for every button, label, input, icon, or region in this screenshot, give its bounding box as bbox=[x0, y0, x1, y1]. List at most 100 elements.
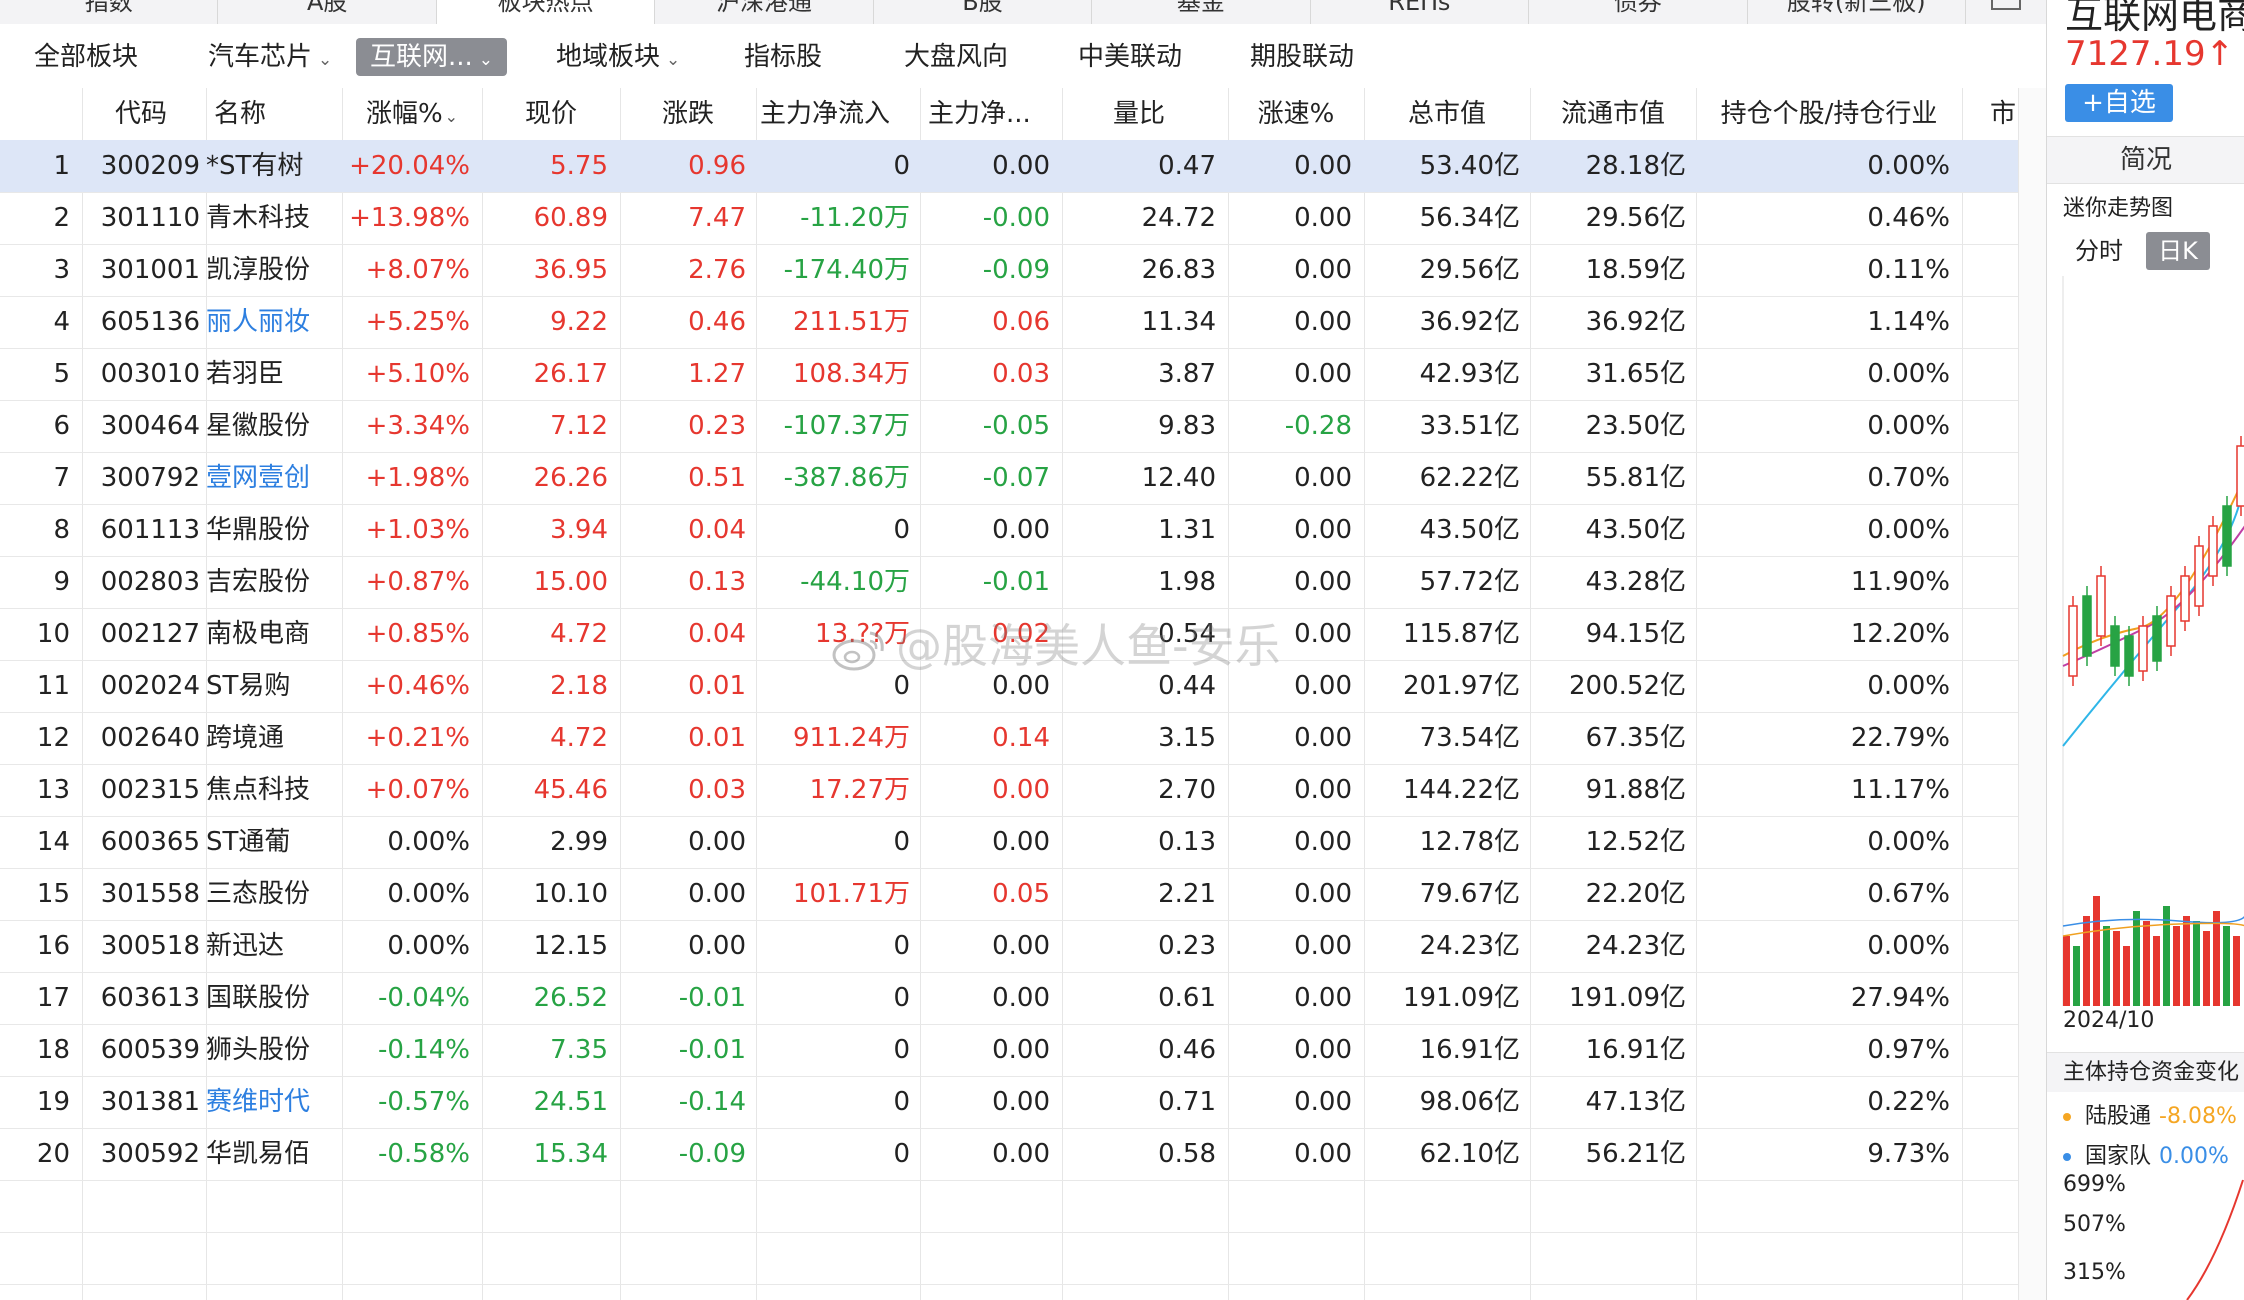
table-row[interactable]: 4 605136 丽人丽妆 +5.25% 9.22 0.46 211.51万 0.06 11.3… bbox=[0, 296, 2046, 348]
cell-name[interactable]: 华鼎股份 bbox=[206, 504, 340, 556]
market-tab-2[interactable]: 板块热点 bbox=[436, 0, 656, 24]
cell-name[interactable]: 南极电商 bbox=[206, 608, 340, 660]
column-header-5[interactable]: 涨跌 bbox=[620, 88, 756, 140]
table-row[interactable]: 1 300209 *ST有树 +20.04% 5.75 0.96 0 0.00 0.47 0.00… bbox=[0, 140, 2046, 192]
table-row[interactable]: 16 300518 新迅达 0.00% 12.15 0.00 0 0.00 0.23 0.00 24… bbox=[0, 920, 2046, 972]
market-tab-8[interactable]: 股转(新三板) bbox=[1748, 0, 1966, 24]
column-header-1[interactable]: 代码 bbox=[82, 88, 200, 140]
column-header-13[interactable]: 市 bbox=[1990, 88, 2020, 140]
table-row[interactable]: 11 002024 ST易购 +0.46% 2.18 0.01 0 0.00 0.44 0.00 2… bbox=[0, 660, 2046, 712]
sector-tab-2[interactable]: 互联网... ⌄ bbox=[356, 38, 508, 76]
cell-name[interactable]: 星徽股份 bbox=[206, 400, 340, 452]
sector-tab-7[interactable]: 期股联动 bbox=[1250, 38, 1354, 76]
column-header-9[interactable]: 涨速% bbox=[1228, 88, 1364, 140]
market-tab-4[interactable]: B股 bbox=[874, 0, 1093, 24]
sector-tab-0[interactable]: 全部板块 bbox=[34, 38, 138, 76]
market-tab-0[interactable]: 指数 bbox=[0, 0, 219, 24]
cell-code: 300592 bbox=[100, 1139, 200, 1169]
table-row[interactable]: 10 002127 南极电商 +0.85% 4.72 0.04 13.??万 0.02 0.54… bbox=[0, 608, 2046, 660]
column-header-10[interactable]: 总市值 bbox=[1364, 88, 1530, 140]
mini-candlestick-chart[interactable] bbox=[2059, 276, 2244, 1036]
column-header-11[interactable]: 流通市值 bbox=[1530, 88, 1696, 140]
cell-diff: 0.13 bbox=[688, 567, 746, 597]
column-header-label: 现价 bbox=[524, 99, 577, 129]
column-header-12[interactable]: 持仓个股/持仓行业 bbox=[1696, 88, 1962, 140]
table-row[interactable]: 6 300464 星徽股份 +3.34% 7.12 0.23 -107.37万 -0.05 9.… bbox=[0, 400, 2046, 452]
table-row[interactable]: 18 600539 狮头股份 -0.14% 7.35 -0.01 0 0.00 0.46 0.00… bbox=[0, 1024, 2046, 1076]
cell-name[interactable]: 华凯易佰 bbox=[206, 1128, 340, 1180]
table-row[interactable]: 19 301381 赛维时代 -0.57% 24.51 -0.14 0 0.00 0.71 0.0… bbox=[0, 1076, 2046, 1128]
cell-idx: 5 bbox=[53, 359, 70, 389]
table-row[interactable]: 3 301001 凯淳股份 +8.07% 36.95 2.76 -174.40万 -0.09 2… bbox=[0, 244, 2046, 296]
sector-tab-5[interactable]: 大盘风向 bbox=[904, 38, 1008, 76]
cell-main-net: 0.05 bbox=[992, 879, 1050, 909]
cell-name[interactable]: ST易购 bbox=[206, 660, 340, 712]
cell-name[interactable]: 狮头股份 bbox=[206, 1024, 340, 1076]
market-tab-1[interactable]: A股 bbox=[218, 0, 437, 24]
market-tab-3[interactable]: 沪深港通 bbox=[655, 0, 874, 24]
cell-diff: -0.01 bbox=[678, 1035, 746, 1065]
tab-intraday[interactable]: 分时 bbox=[2063, 232, 2135, 270]
market-tab-9[interactable] bbox=[1966, 0, 2046, 24]
table-row[interactable]: 13 002315 焦点科技 +0.07% 45.46 0.03 17.27万 0.00 2.7… bbox=[0, 764, 2046, 816]
layout-icon[interactable] bbox=[1990, 0, 2021, 10]
column-header-label: 主力净... bbox=[928, 99, 1031, 129]
table-row[interactable]: 17 603613 国联股份 -0.04% 26.52 -0.01 0 0.00 0.61 0.0… bbox=[0, 972, 2046, 1024]
column-header-8[interactable]: 量比 bbox=[1062, 88, 1216, 140]
chevron-down-icon[interactable]: ⌄ bbox=[318, 50, 332, 70]
cell-main-net: 0.00 bbox=[992, 1139, 1050, 1169]
column-header-4[interactable]: 现价 bbox=[482, 88, 620, 140]
cell-idx: 2 bbox=[53, 203, 70, 233]
column-header-3[interactable]: 涨幅% ⌄ bbox=[342, 88, 482, 140]
sector-tab-4[interactable]: 指标股 bbox=[744, 38, 822, 76]
market-tab-7[interactable]: 债券 bbox=[1529, 0, 1748, 24]
cell-speed: 0.00 bbox=[1294, 1087, 1352, 1117]
cell-main-in: 0 bbox=[893, 983, 910, 1013]
sector-tab-1[interactable]: 汽车芯片 ⌄ bbox=[208, 38, 332, 76]
cell-name[interactable]: *ST有树 bbox=[206, 140, 340, 192]
add-watchlist-button[interactable]: +自选 bbox=[2065, 84, 2173, 122]
cell-name[interactable]: 跨境通 bbox=[206, 712, 340, 764]
table-row[interactable]: 8 601113 华鼎股份 +1.03% 3.94 0.04 0 0.00 1.31 0.00 43… bbox=[0, 504, 2046, 556]
cell-name[interactable]: 壹网壹创 bbox=[206, 452, 340, 504]
sector-tab-3[interactable]: 地域板块 ⌄ bbox=[556, 38, 680, 76]
table-row[interactable]: 7 300792 壹网壹创 +1.98% 26.26 0.51 -387.86万 -0.07 1… bbox=[0, 452, 2046, 504]
sort-desc-icon[interactable]: ⌄ bbox=[445, 107, 458, 126]
chevron-down-icon[interactable]: ⌄ bbox=[479, 50, 493, 70]
cell-code: 301381 bbox=[100, 1087, 200, 1117]
cell-name[interactable]: 丽人丽妆 bbox=[206, 296, 340, 348]
table-row[interactable]: 2 301110 青木科技 +13.98% 60.89 7.47 -11.20万 -0.00 2… bbox=[0, 192, 2046, 244]
cell-name[interactable]: 国联股份 bbox=[206, 972, 340, 1024]
tab-daily-k[interactable]: 日K bbox=[2146, 232, 2210, 270]
cell-name[interactable]: 若羽臣 bbox=[206, 348, 340, 400]
cell-hold: 0.46% bbox=[1867, 203, 1950, 233]
cell-name[interactable]: 新迅达 bbox=[206, 920, 340, 972]
cell-vol-ratio: 0.13 bbox=[1158, 827, 1216, 857]
column-header-6[interactable]: 主力净流入 bbox=[760, 88, 926, 140]
cell-hold: 0.00% bbox=[1867, 827, 1950, 857]
cell-name[interactable]: 吉宏股份 bbox=[206, 556, 340, 608]
market-tab-5[interactable]: 基金 bbox=[1092, 0, 1311, 24]
cell-name[interactable]: 焦点科技 bbox=[206, 764, 340, 816]
column-header-2[interactable]: 名称 bbox=[214, 88, 342, 140]
cell-name[interactable]: 凯淳股份 bbox=[206, 244, 340, 296]
sector-tab-6[interactable]: 中美联动 bbox=[1078, 38, 1182, 76]
column-header-7[interactable]: 主力净... bbox=[928, 88, 1062, 140]
table-row[interactable]: 12 002640 跨境通 +0.21% 4.72 0.01 911.24万 0.14 3.15… bbox=[0, 712, 2046, 764]
table-row[interactable]: 5 003010 若羽臣 +5.10% 26.17 1.27 108.34万 0.03 3.87… bbox=[0, 348, 2046, 400]
cell-name[interactable]: 青木科技 bbox=[206, 192, 340, 244]
table-row[interactable]: 14 600365 ST通葡 0.00% 2.99 0.00 0 0.00 0.13 0.00 12… bbox=[0, 816, 2046, 868]
table-row[interactable]: 9 002803 吉宏股份 +0.87% 15.00 0.13 -44.10万 -0.01 1.… bbox=[0, 556, 2046, 608]
cell-code: 301001 bbox=[100, 255, 200, 285]
brief-section-header[interactable]: 简况 bbox=[2047, 136, 2244, 184]
cell-name[interactable]: 三态股份 bbox=[206, 868, 340, 920]
market-tab-6[interactable]: REITs bbox=[1311, 0, 1530, 24]
table-right-scroll-area[interactable] bbox=[2018, 88, 2046, 1300]
cell-chg: -0.57% bbox=[378, 1087, 470, 1117]
cell-name[interactable]: ST通葡 bbox=[206, 816, 340, 868]
table-row[interactable]: 15 301558 三态股份 0.00% 10.10 0.00 101.71万 0.05 2.2… bbox=[0, 868, 2046, 920]
table-row[interactable]: 20 300592 华凯易佰 -0.58% 15.34 -0.09 0 0.00 0.58 0.0… bbox=[0, 1128, 2046, 1180]
cell-name[interactable]: 赛维时代 bbox=[206, 1076, 340, 1128]
chevron-down-icon[interactable]: ⌄ bbox=[666, 50, 680, 70]
cell-vol-ratio: 0.58 bbox=[1158, 1139, 1216, 1169]
